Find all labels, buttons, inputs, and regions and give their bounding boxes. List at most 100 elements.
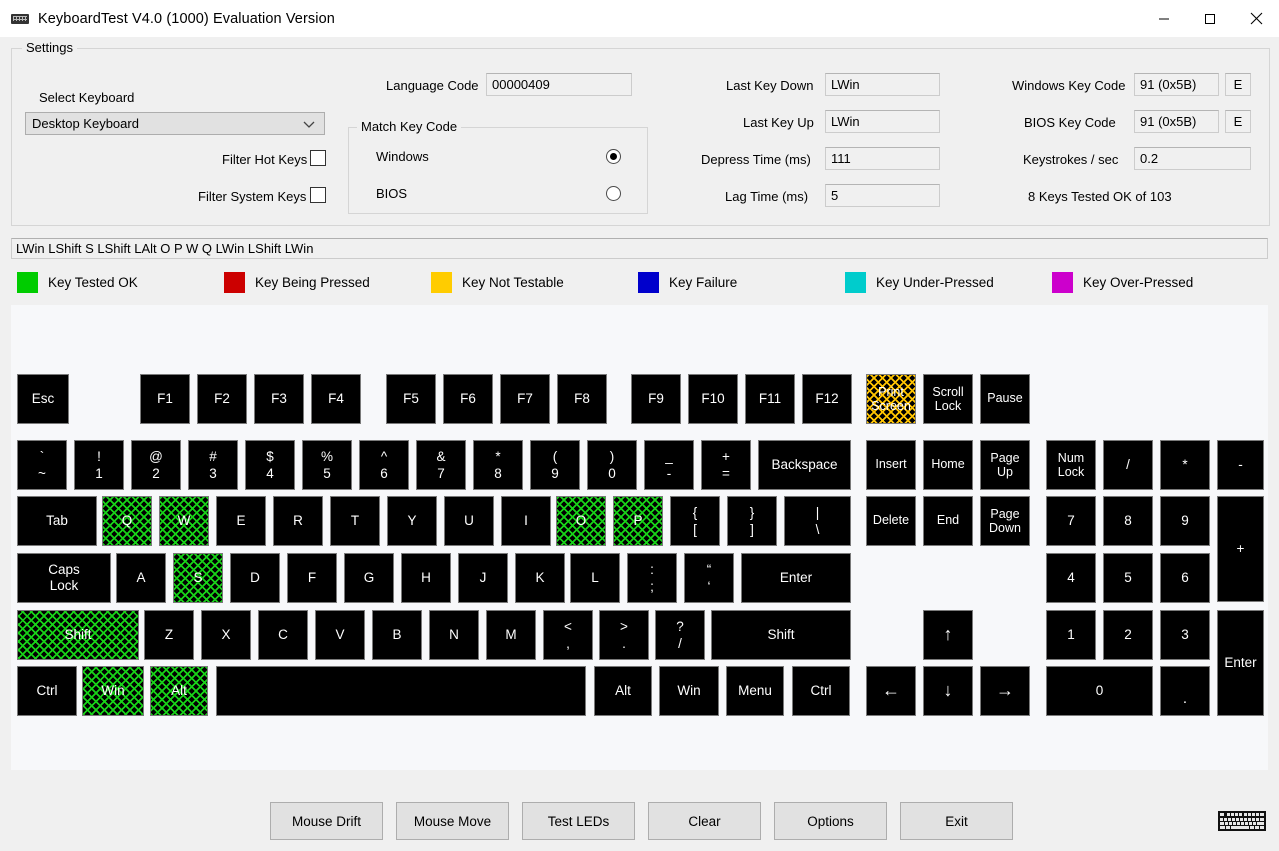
key-:;[interactable]: :; <box>627 553 677 603</box>
key-q[interactable]: Q <box>102 496 152 546</box>
key-win[interactable]: Win <box>82 666 144 716</box>
key-ctrl[interactable]: Ctrl <box>17 666 77 716</box>
key-a[interactable]: A <box>116 553 166 603</box>
key-m[interactable]: M <box>486 610 536 660</box>
key-_-[interactable]: _- <box>644 440 694 490</box>
key-“‘[interactable]: “‘ <box>684 553 734 603</box>
key-{[[interactable]: {[ <box>670 496 720 546</box>
key-end[interactable]: End <box>923 496 973 546</box>
key->.[interactable]: >. <box>599 610 649 660</box>
key-k[interactable]: K <box>515 553 565 603</box>
key--[interactable]: - <box>1217 440 1264 490</box>
key-log-field[interactable]: LWin LShift S LShift LAlt O P W Q LWin L… <box>11 238 1268 259</box>
key-y[interactable]: Y <box>387 496 437 546</box>
key-scroll-lock[interactable]: ScrollLock <box>923 374 973 424</box>
mouse-drift-button[interactable]: Mouse Drift <box>270 802 383 840</box>
key-backspace[interactable]: Backspace <box>758 440 851 490</box>
key-delete[interactable]: Delete <box>866 496 916 546</box>
key-}][interactable]: }] <box>727 496 777 546</box>
bios-key-code-field[interactable]: 91 (0x5B) <box>1134 110 1219 133</box>
key-b[interactable]: B <box>372 610 422 660</box>
key-3[interactable]: 3 <box>1160 610 1210 660</box>
key-↓[interactable]: ↓ <box>923 666 973 716</box>
key-%5[interactable]: %5 <box>302 440 352 490</box>
clear-button[interactable]: Clear <box>648 802 761 840</box>
test-leds-button[interactable]: Test LEDs <box>522 802 635 840</box>
options-button[interactable]: Options <box>774 802 887 840</box>
bios-key-code-ext-field[interactable]: E <box>1225 110 1251 133</box>
select-keyboard-combo[interactable]: Desktop Keyboard <box>25 112 325 135</box>
key-5[interactable]: 5 <box>1103 553 1153 603</box>
key-j[interactable]: J <box>458 553 508 603</box>
key-`~[interactable]: `~ <box>17 440 67 490</box>
key-8[interactable]: 8 <box>1103 496 1153 546</box>
key-enter[interactable]: Enter <box>1217 610 1264 716</box>
key-0[interactable]: 0 <box>1046 666 1153 716</box>
key-pause[interactable]: Pause <box>980 374 1030 424</box>
key-1[interactable]: 1 <box>1046 610 1096 660</box>
filter-system-keys-checkbox[interactable] <box>310 187 326 203</box>
key-7[interactable]: 7 <box>1046 496 1096 546</box>
key-shift[interactable]: Shift <box>17 610 139 660</box>
key-^6[interactable]: ^6 <box>359 440 409 490</box>
key-page-down[interactable]: PageDown <box>980 496 1030 546</box>
key-+=[interactable]: += <box>701 440 751 490</box>
windows-key-code-ext-field[interactable]: E <box>1225 73 1251 96</box>
keystrokes-field[interactable]: 0.2 <box>1134 147 1251 170</box>
minimize-button[interactable] <box>1141 0 1187 37</box>
key-shift[interactable]: Shift <box>711 610 851 660</box>
mouse-move-button[interactable]: Mouse Move <box>396 802 509 840</box>
key-f5[interactable]: F5 <box>386 374 436 424</box>
key-d[interactable]: D <box>230 553 280 603</box>
key-n[interactable]: N <box>429 610 479 660</box>
key-*8[interactable]: *8 <box>473 440 523 490</box>
key-ctrl[interactable]: Ctrl <box>792 666 850 716</box>
key-z[interactable]: Z <box>144 610 194 660</box>
key-c[interactable]: C <box>258 610 308 660</box>
key-/[interactable]: / <box>1103 440 1153 490</box>
key-!1[interactable]: !1 <box>74 440 124 490</box>
key-w[interactable]: W <box>159 496 209 546</box>
key-↑[interactable]: ↑ <box>923 610 973 660</box>
key-<,[interactable]: <, <box>543 610 593 660</box>
filter-hot-keys-checkbox[interactable] <box>310 150 326 166</box>
key-tab[interactable]: Tab <box>17 496 97 546</box>
key-f1[interactable]: F1 <box>140 374 190 424</box>
key-$4[interactable]: $4 <box>245 440 295 490</box>
key-win[interactable]: Win <box>659 666 719 716</box>
key-caps-lock[interactable]: CapsLock <box>17 553 111 603</box>
key-→[interactable]: → <box>980 666 1030 716</box>
key-page-up[interactable]: PageUp <box>980 440 1030 490</box>
key-)0[interactable]: )0 <box>587 440 637 490</box>
key-(9[interactable]: (9 <box>530 440 580 490</box>
key-+[interactable]: + <box>1217 496 1264 602</box>
key-u[interactable]: U <box>444 496 494 546</box>
windows-key-code-field[interactable]: 91 (0x5B) <box>1134 73 1219 96</box>
key-print-screen[interactable]: PrintScreen <box>866 374 916 424</box>
key-esc[interactable]: Esc <box>17 374 69 424</box>
key-enter[interactable]: Enter <box>741 553 851 603</box>
key-f10[interactable]: F10 <box>688 374 738 424</box>
exit-button[interactable]: Exit <box>900 802 1013 840</box>
language-code-field[interactable]: 00000409 <box>486 73 632 96</box>
last-key-up-field[interactable]: LWin <box>825 110 940 133</box>
key-x[interactable]: X <box>201 610 251 660</box>
match-windows-radio[interactable] <box>606 149 621 164</box>
key-num-lock[interactable]: NumLock <box>1046 440 1096 490</box>
key-|\[interactable]: |\ <box>784 496 851 546</box>
key-alt[interactable]: Alt <box>150 666 208 716</box>
depress-time-field[interactable]: 111 <box>825 147 940 170</box>
lag-time-field[interactable]: 5 <box>825 184 940 207</box>
key-menu[interactable]: Menu <box>726 666 784 716</box>
maximize-button[interactable] <box>1187 0 1233 37</box>
key-4[interactable]: 4 <box>1046 553 1096 603</box>
key-i[interactable]: I <box>501 496 551 546</box>
key-6[interactable]: 6 <box>1160 553 1210 603</box>
key-insert[interactable]: Insert <box>866 440 916 490</box>
key-s[interactable]: S <box>173 553 223 603</box>
key-r[interactable]: R <box>273 496 323 546</box>
close-button[interactable] <box>1233 0 1279 37</box>
key-home[interactable]: Home <box>923 440 973 490</box>
key-@2[interactable]: @2 <box>131 440 181 490</box>
key-←[interactable]: ← <box>866 666 916 716</box>
